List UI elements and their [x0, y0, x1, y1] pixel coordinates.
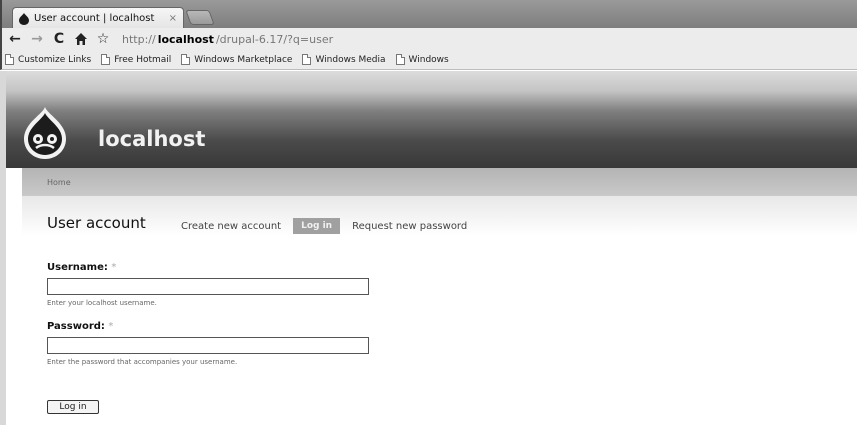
password-label: Password: *: [47, 321, 113, 332]
url-scheme: http://: [122, 32, 156, 46]
breadcrumb-home-link[interactable]: Home: [47, 178, 71, 187]
log-in-button[interactable]: Log in: [47, 400, 99, 414]
url-host: localhost: [157, 32, 214, 46]
browser-toolbar: ← → C ☆ http://localhost/drupal-6.17/?q=…: [0, 28, 857, 50]
username-hint: Enter your localhost username.: [47, 299, 157, 307]
required-marker: *: [111, 262, 117, 273]
page-icon: [395, 54, 405, 65]
page-icon: [302, 54, 312, 65]
user-tabs: Create new account Log in Request new pa…: [181, 218, 467, 234]
bookmark-label: Customize Links: [18, 54, 92, 65]
username-field[interactable]: [47, 278, 369, 295]
star-icon[interactable]: ☆: [94, 30, 112, 48]
web-page: localhost Home User account Create new a…: [0, 71, 857, 425]
browser-tabstrip: User account | localhost ×: [0, 0, 857, 29]
page-icon: [101, 54, 111, 65]
tab-create-new-account[interactable]: Create new account: [181, 221, 281, 232]
new-tab-button[interactable]: [185, 10, 215, 25]
drupal-drop-logo[interactable]: [24, 107, 66, 159]
page-title: User account: [47, 214, 146, 232]
browser-tab[interactable]: User account | localhost ×: [12, 7, 184, 29]
bookmark-label: Free Hotmail: [114, 54, 172, 65]
required-marker: *: [108, 321, 114, 332]
site-header: localhost: [6, 71, 857, 168]
tab-title: User account | localhost: [34, 13, 155, 24]
forward-arrow-icon[interactable]: →: [28, 30, 46, 48]
url-path: /drupal-6.17/?q=user: [215, 32, 334, 46]
back-arrow-icon[interactable]: ←: [6, 30, 24, 48]
site-name[interactable]: localhost: [98, 127, 205, 151]
username-label: Username: *: [47, 262, 116, 273]
page-icon: [181, 54, 191, 65]
home-icon[interactable]: [72, 30, 90, 48]
address-bar[interactable]: http://localhost/drupal-6.17/?q=user: [122, 30, 822, 48]
tab-log-in[interactable]: Log in: [293, 218, 341, 234]
tab-request-new-password[interactable]: Request new password: [352, 221, 467, 232]
bookmark-windows-media[interactable]: Windows Media: [302, 54, 386, 65]
username-label-text: Username:: [47, 262, 108, 273]
main-content: User account Create new account Log in R…: [22, 196, 857, 425]
password-field[interactable]: [47, 337, 369, 354]
bookmark-label: Windows: [408, 54, 449, 65]
bookmark-windows-marketplace[interactable]: Windows Marketplace: [181, 54, 292, 65]
drupal-favicon-icon: [19, 12, 29, 25]
password-label-text: Password:: [47, 321, 105, 332]
bookmark-windows[interactable]: Windows: [395, 54, 449, 65]
bookmark-customize-links[interactable]: Customize Links: [5, 54, 91, 65]
bookmark-free-hotmail[interactable]: Free Hotmail: [101, 54, 171, 65]
reload-icon[interactable]: C: [50, 30, 68, 48]
breadcrumb: Home: [22, 168, 857, 196]
bookmarks-bar: Customize Links Free Hotmail Windows Mar…: [0, 50, 857, 70]
password-hint: Enter the password that accompanies your…: [47, 358, 238, 366]
page-icon: [5, 54, 14, 65]
bookmark-label: Windows Marketplace: [194, 54, 293, 65]
tab-close-icon[interactable]: ×: [169, 13, 177, 24]
bookmark-label: Windows Media: [315, 54, 386, 65]
